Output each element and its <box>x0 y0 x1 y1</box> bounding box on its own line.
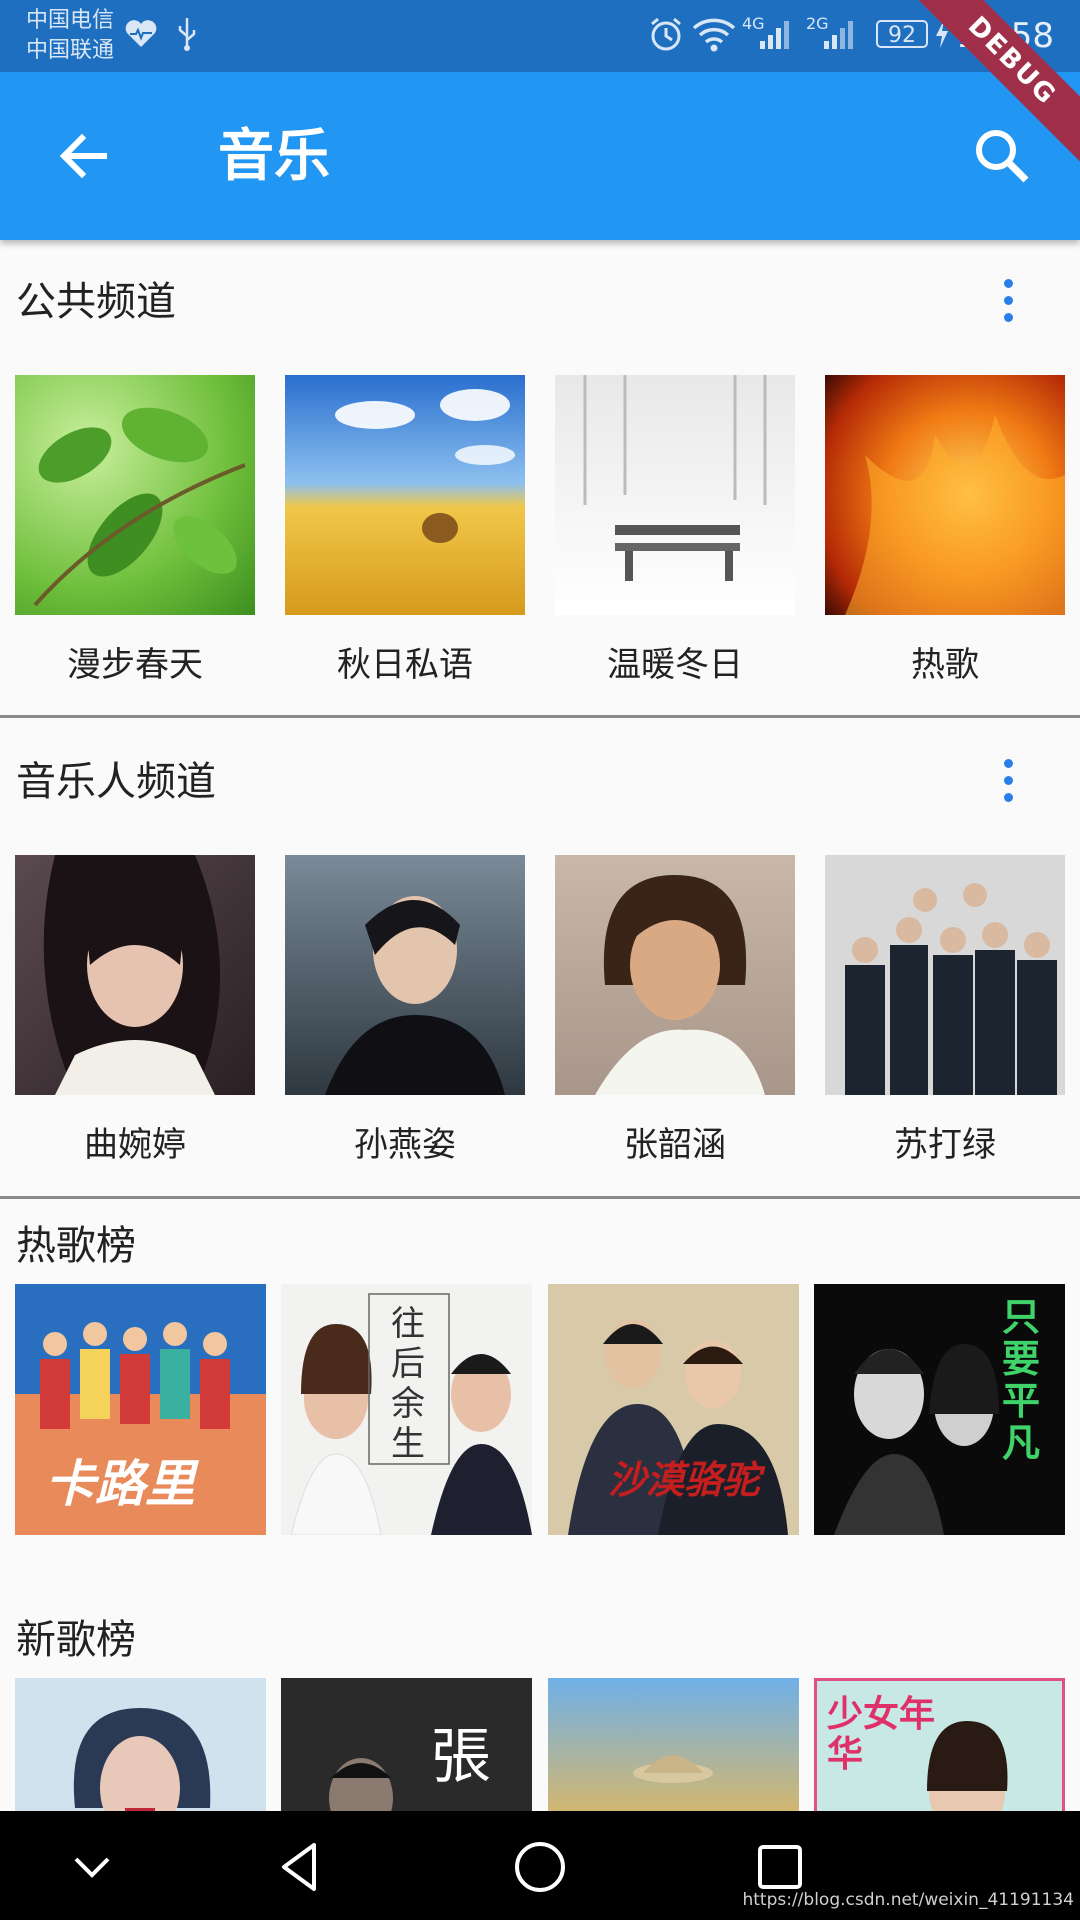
circle-home-icon <box>515 1842 565 1892</box>
heart-rate-icon <box>124 14 158 54</box>
artist-name: 苏打绿 <box>894 1125 996 1165</box>
back-button[interactable] <box>52 124 116 188</box>
hide-nav-button[interactable] <box>62 1837 122 1897</box>
artist-tile-1[interactable]: 曲婉婷 <box>15 855 255 1165</box>
channel-tile-autumn[interactable]: 秋日私语 <box>285 375 525 685</box>
nav-back-button[interactable] <box>270 1837 330 1897</box>
carrier-labels: 中国电信 中国联通 <box>26 6 114 66</box>
section-title-artist: 音乐人频道 <box>16 759 216 805</box>
channel-label: 热歌 <box>911 645 979 685</box>
cover-text: 往后余生 <box>391 1304 425 1464</box>
artist-name: 张韶涵 <box>624 1125 726 1165</box>
channel-cover-image <box>555 375 795 615</box>
charging-icon <box>934 14 950 54</box>
channel-cover-image <box>825 375 1065 615</box>
new-chart-cover-2[interactable]: 張 <box>281 1678 532 1811</box>
new-chart-cover-3[interactable] <box>548 1678 799 1811</box>
artist-photo <box>825 855 1065 1095</box>
artist-photo <box>555 855 795 1095</box>
section-title-public: 公共频道 <box>16 279 176 325</box>
channel-tile-winter[interactable]: 温暖冬日 <box>555 375 795 685</box>
status-bar: 中国电信 中国联通 4G 2G 92 16:58 <box>0 0 1080 72</box>
channel-tile-spring[interactable]: 漫步春天 <box>15 375 255 685</box>
chevron-down-icon <box>74 1857 110 1878</box>
cover-text: 卡路里 <box>45 1455 195 1513</box>
hot-chart-cover-4[interactable]: 只要平凡 <box>814 1284 1065 1535</box>
divider <box>0 715 1080 718</box>
artist-photo <box>285 855 525 1095</box>
signal-icon-2 <box>822 14 856 54</box>
channel-label: 秋日私语 <box>337 645 473 685</box>
section-title-hot-chart: 热歌榜 <box>16 1223 136 1269</box>
page-title: 音乐 <box>218 124 330 189</box>
more-options-button-artist[interactable] <box>990 748 1026 812</box>
carrier-2: 中国联通 <box>26 38 115 63</box>
system-nav-bar: https://blog.csdn.net/weixin_41191134 <box>0 1811 1080 1920</box>
more-options-button-public[interactable] <box>990 268 1026 332</box>
nav-home-button[interactable] <box>510 1837 570 1897</box>
battery-indicator: 92 <box>876 20 928 48</box>
artist-tile-3[interactable]: 张韶涵 <box>555 855 795 1165</box>
carrier-1: 中国电信 <box>26 8 115 33</box>
wifi-icon <box>692 14 736 54</box>
watermark: https://blog.csdn.net/weixin_41191134 <box>742 1890 1074 1910</box>
channel-cover-image <box>15 375 255 615</box>
nav-recents-button[interactable] <box>750 1837 810 1897</box>
cover-text: 沙漠骆驼 <box>608 1458 761 1502</box>
search-icon <box>976 130 1029 183</box>
channel-cover-image <box>285 375 525 615</box>
artist-name: 曲婉婷 <box>84 1125 186 1165</box>
signal-icon <box>758 14 792 54</box>
channel-label: 温暖冬日 <box>607 645 743 685</box>
artist-tile-2[interactable]: 孙燕姿 <box>285 855 525 1165</box>
new-chart-cover-1[interactable] <box>15 1678 266 1811</box>
usb-icon <box>176 14 198 54</box>
divider <box>0 1196 1080 1199</box>
hot-chart-cover-2[interactable]: 往后余生 <box>281 1284 532 1535</box>
cover-text: 只要平凡 <box>1002 1295 1041 1465</box>
channel-tile-hot[interactable]: 热歌 <box>825 375 1065 685</box>
arrow-back-icon <box>59 133 107 179</box>
artist-photo <box>15 855 255 1095</box>
cover-text: 少女年华 <box>827 1694 936 1775</box>
search-button[interactable] <box>970 124 1034 188</box>
app-bar: 音乐 <box>0 72 1080 240</box>
triangle-back-icon <box>282 1843 316 1891</box>
clock: 16:58 <box>956 16 1054 56</box>
hot-chart-cover-3[interactable]: 沙漠骆驼 <box>548 1284 799 1535</box>
hot-chart-cover-1[interactable]: 卡路里 <box>15 1284 266 1535</box>
section-title-new-chart: 新歌榜 <box>16 1617 136 1663</box>
channel-label: 漫步春天 <box>67 645 203 685</box>
artist-tile-4[interactable]: 苏打绿 <box>825 855 1065 1165</box>
alarm-icon <box>648 14 684 54</box>
cover-text: 張 <box>431 1722 491 1792</box>
artist-name: 孙燕姿 <box>354 1125 456 1165</box>
new-chart-cover-4[interactable]: 少女年华 <box>814 1678 1065 1811</box>
square-recents-icon <box>758 1845 802 1889</box>
new-chart-row: 張 少女年华 <box>0 1678 1080 1811</box>
